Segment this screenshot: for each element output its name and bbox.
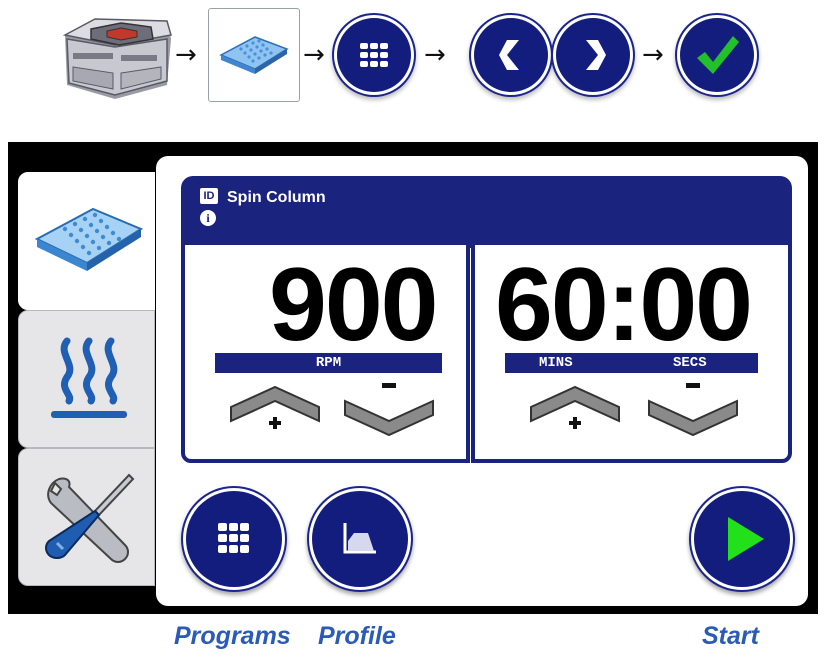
plate-icon xyxy=(219,36,289,74)
speed-unit-label: RPM xyxy=(315,355,342,371)
flow-arrow: → xyxy=(642,40,664,70)
timer-panel: 60:00 MINS SECS xyxy=(471,241,792,463)
timer-increase-button[interactable] xyxy=(527,381,623,441)
flow-arrow: → xyxy=(424,40,446,70)
programs-button[interactable] xyxy=(186,491,282,587)
programs-caption: Programs xyxy=(174,622,291,650)
programs-grid-icon xyxy=(218,523,249,553)
plate-step-card xyxy=(208,8,300,102)
timer-decrease-button[interactable] xyxy=(645,381,741,441)
speed-decrease-button[interactable] xyxy=(341,381,437,441)
start-button[interactable] xyxy=(694,491,790,587)
timer-value: 60:00 xyxy=(495,247,753,363)
play-icon xyxy=(728,517,764,561)
flow-confirm-step xyxy=(680,18,754,92)
flow-programs-step xyxy=(337,18,411,92)
plate-icon xyxy=(35,207,143,271)
checkmark-icon xyxy=(697,36,739,74)
profile-caption: Profile xyxy=(318,622,396,650)
flow-next-step xyxy=(556,18,630,92)
wrench-screwdriver-icon xyxy=(45,473,135,563)
program-name: Spin Column xyxy=(227,189,326,206)
tab-tools[interactable] xyxy=(18,448,155,586)
main-screen: ID Spin Column i 900 RPM 60:00 MINS SECS xyxy=(156,156,808,606)
profile-button[interactable] xyxy=(312,491,408,587)
program-header: ID Spin Column i xyxy=(181,176,792,248)
flow-previous-step xyxy=(474,18,548,92)
flow-arrow: → xyxy=(175,40,197,70)
chevron-left-icon xyxy=(499,40,519,70)
chevron-right-icon xyxy=(586,40,606,70)
instrument-icon xyxy=(62,18,172,99)
timer-minutes-label: MINS xyxy=(539,355,573,371)
timer-seconds-label: SECS xyxy=(673,355,707,371)
device-screen: ID Spin Column i 900 RPM 60:00 MINS SECS xyxy=(8,142,818,614)
speed-value: 900 xyxy=(269,247,439,363)
tab-plate[interactable] xyxy=(18,172,155,310)
profile-graph-icon xyxy=(343,523,376,554)
heat-waves-icon xyxy=(51,337,127,418)
tab-heat[interactable] xyxy=(18,310,155,448)
id-badge: ID xyxy=(200,188,218,204)
speed-panel: 900 RPM xyxy=(181,241,470,463)
flow-arrow: → xyxy=(303,40,325,70)
timer-unit-bar: MINS SECS xyxy=(505,353,758,373)
workflow-strip: → → → → xyxy=(0,0,826,120)
speed-increase-button[interactable] xyxy=(227,381,323,441)
speed-unit-bar: RPM xyxy=(215,353,442,373)
start-caption: Start xyxy=(702,622,759,650)
info-icon[interactable]: i xyxy=(200,210,216,226)
programs-grid-icon xyxy=(360,43,388,67)
